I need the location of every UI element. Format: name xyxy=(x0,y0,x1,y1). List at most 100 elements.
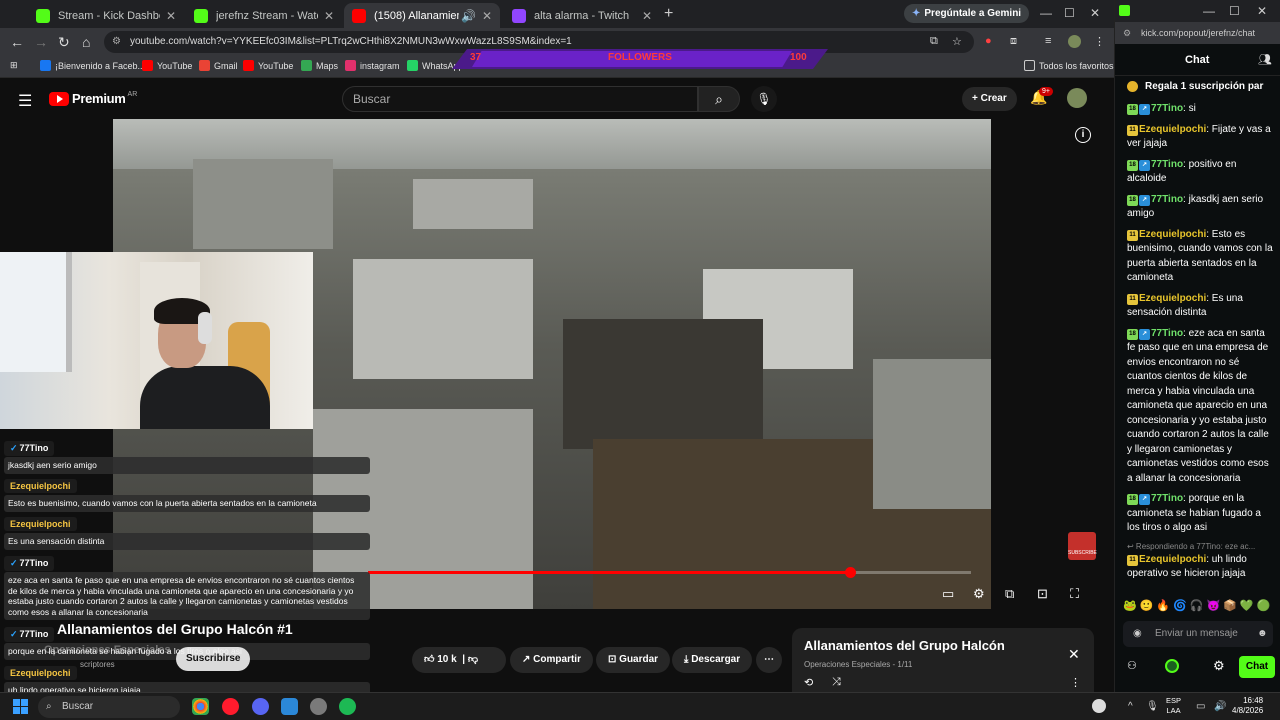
chat-message[interactable]: 18 ↗ 77Tino: porque en la camioneta se hab… xyxy=(1115,492,1280,536)
chat-message[interactable]: 18 ↗ 77Tino: eze aca en santa fe paso que … xyxy=(1115,327,1280,487)
chat-message[interactable]: 18 ↗ 77Tino: si xyxy=(1115,102,1280,117)
gift-sub-banner[interactable]: Regala 1 suscripción par xyxy=(1115,76,1280,98)
opera-icon[interactable] xyxy=(222,698,239,715)
subtitles-icon[interactable]: ▭ xyxy=(942,586,954,602)
all-bookmarks[interactable]: Todos los favoritos xyxy=(1024,60,1114,71)
avatar[interactable] xyxy=(1067,88,1087,108)
close-tab-icon[interactable]: ✕ xyxy=(482,9,492,23)
more-icon[interactable]: ⋮ xyxy=(1070,676,1081,689)
tab-kick-watch[interactable]: jerefnz Stream - Watch Live on ✕ xyxy=(186,3,342,28)
volume-icon[interactable]: 🔊 xyxy=(1214,701,1226,712)
bookmark-gmail[interactable]: Gmail xyxy=(199,60,238,71)
progress-bar[interactable] xyxy=(368,567,971,578)
chat-input[interactable]: ◉ Enviar un mensaje ☻ xyxy=(1123,621,1273,647)
site-info-icon[interactable]: ⚙ xyxy=(1123,22,1131,44)
close-tab-icon[interactable]: ✕ xyxy=(324,9,334,23)
cast-icon[interactable]: ⊡ xyxy=(1037,586,1048,602)
minimize-icon[interactable]: — xyxy=(1203,4,1215,18)
mic-icon[interactable]: 🎙 xyxy=(1146,701,1159,712)
tab-search-icon[interactable]: ≡ xyxy=(1045,35,1051,47)
chat-message[interactable]: 18 ↗ 77Tino: jkasdkj aen serio amigo xyxy=(1115,193,1280,222)
chat-username[interactable]: 77Tino xyxy=(1151,493,1183,504)
menu-icon[interactable]: ⋮ xyxy=(1094,35,1105,48)
youtube-logo[interactable]: Premium AR xyxy=(49,91,137,106)
bookmark-youtube-2[interactable]: YouTube xyxy=(243,60,293,71)
chat-username[interactable]: Ezequielpochi xyxy=(1139,293,1206,304)
chat-username[interactable]: 77Tino xyxy=(1151,103,1183,114)
new-tab-button[interactable]: + xyxy=(664,5,673,23)
file-explorer-icon[interactable] xyxy=(281,698,298,715)
search-input[interactable]: Buscar xyxy=(342,86,698,112)
tab-twitch[interactable]: alta alarma - Twitch ✕ xyxy=(504,3,660,28)
emote-bar[interactable]: 🐸🙂🔥🌀🎧😈📦💚🟢 xyxy=(1123,599,1273,612)
settings-icon[interactable]: ⚙ xyxy=(973,586,985,602)
close-window-icon[interactable]: ✕ xyxy=(1090,6,1100,20)
profile-avatar[interactable] xyxy=(1068,35,1081,48)
close-tab-icon[interactable]: ✕ xyxy=(166,9,176,23)
obs-icon[interactable] xyxy=(310,698,327,715)
chat-username[interactable]: 77Tino xyxy=(1151,159,1183,170)
maximize-icon[interactable]: ☐ xyxy=(1064,6,1075,20)
download-button[interactable]: ⤓ Descargar xyxy=(672,647,753,673)
forward-icon[interactable]: → xyxy=(34,34,48,50)
channel-name[interactable]: Operaciones Especiales xyxy=(44,644,171,656)
close-tab-icon[interactable]: ✕ xyxy=(642,9,652,23)
tab-kick-dashboard[interactable]: Stream - Kick Dashboard ✕ xyxy=(28,3,184,28)
opera-icon[interactable]: ● xyxy=(985,35,992,47)
close-icon[interactable]: ✕ xyxy=(1068,646,1080,663)
gemini-button[interactable]: ✦ Pregúntale a Gemini xyxy=(904,4,1030,23)
playlist-title[interactable]: Allanamientos del Grupo Halcón xyxy=(804,638,1005,653)
kick-points-icon[interactable] xyxy=(1165,659,1179,673)
fullscreen-icon[interactable]: ⛶ xyxy=(1070,586,1079,602)
taskbar-search[interactable]: ⌕ Buscar xyxy=(38,696,180,718)
apps-icon[interactable]: ⊞ xyxy=(10,60,18,71)
more-actions-button[interactable]: ⋯ xyxy=(756,647,782,673)
spotify-icon[interactable] xyxy=(339,698,356,715)
extensions-icon[interactable]: ⧈ xyxy=(1010,35,1017,48)
windows-start-icon[interactable] xyxy=(13,699,28,714)
home-icon[interactable]: ⌂ xyxy=(82,34,90,50)
network-icon[interactable]: ▭ xyxy=(1196,701,1205,712)
users-icon[interactable]: 👥︎ xyxy=(1258,53,1272,66)
create-button[interactable]: + Crear xyxy=(962,87,1017,111)
emote-picker-icon[interactable]: ☻ xyxy=(1257,621,1268,647)
settings-icon[interactable]: ⚙ xyxy=(1213,658,1225,674)
share-button[interactable]: ↗ Compartir xyxy=(510,647,593,673)
info-icon[interactable]: i xyxy=(1075,127,1091,143)
discord-icon[interactable] xyxy=(252,698,269,715)
subscribe-watermark[interactable]: SUBSCRIBE xyxy=(1068,532,1097,560)
bookmark-instagram[interactable]: instagram xyxy=(345,60,400,71)
community-icon[interactable]: ⚇ xyxy=(1127,659,1137,672)
like-button[interactable]: 👍︎ 10 k | 👎︎ xyxy=(412,647,506,673)
bookmark-youtube[interactable]: YouTube xyxy=(142,60,192,71)
maximize-icon[interactable]: ☐ xyxy=(1229,4,1240,18)
clock[interactable]: 16:48 4/8/2026 xyxy=(1232,696,1263,716)
chrome-icon[interactable] xyxy=(192,698,209,715)
reload-icon[interactable]: ↻ xyxy=(58,34,70,51)
search-button[interactable]: ⌕ xyxy=(698,86,740,112)
send-chat-button[interactable]: Chat xyxy=(1239,656,1275,678)
shuffle-icon[interactable]: ⤨ xyxy=(832,676,841,689)
site-info-icon[interactable]: ⚙ xyxy=(112,31,121,53)
miniplayer-icon[interactable]: ⧉ xyxy=(1005,586,1014,602)
loop-icon[interactable]: ⟲ xyxy=(804,676,813,689)
kick-address-bar[interactable]: ⚙ kick.com/popout/jerefnz/chat xyxy=(1115,22,1280,44)
thumbs-down-icon[interactable]: 👎︎ xyxy=(468,654,478,665)
chat-message[interactable]: 11 Ezequielpochi: uh lindo operativo se h… xyxy=(1115,553,1280,582)
chat-message[interactable]: 18 ↗ 77Tino: positivo en alcaloide xyxy=(1115,158,1280,187)
install-icon[interactable]: ⧉ xyxy=(930,35,938,48)
close-window-icon[interactable]: ✕ xyxy=(1257,4,1267,18)
audio-icon[interactable]: 🔊 xyxy=(461,9,476,23)
weather-icon[interactable] xyxy=(1092,699,1106,713)
mic-button[interactable]: 🎙 xyxy=(751,86,777,112)
chat-message[interactable]: 11 Ezequielpochi: Es una sensación distin… xyxy=(1115,292,1280,321)
bookmark-maps[interactable]: Maps xyxy=(301,60,338,71)
save-button[interactable]: ⊡ Guardar xyxy=(596,647,671,673)
chevron-up-icon[interactable]: ^ xyxy=(1128,701,1133,712)
chat-message[interactable]: 11 Ezequielpochi: Fijate y vas a ver jaja… xyxy=(1115,123,1280,152)
chat-username[interactable]: Ezequielpochi xyxy=(1139,124,1206,135)
chat-username[interactable]: 77Tino xyxy=(1151,328,1183,339)
chat-username[interactable]: Ezequielpochi xyxy=(1139,229,1206,240)
chat-username[interactable]: Ezequielpochi xyxy=(1139,554,1206,565)
tab-youtube[interactable]: (1508) Allanamientos del G 🔊 ✕ xyxy=(344,3,500,28)
